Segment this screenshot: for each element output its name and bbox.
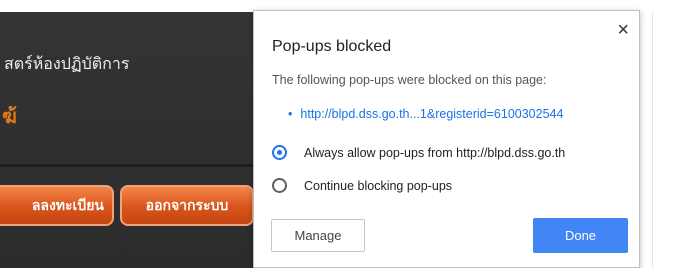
bullet-icon: • [288, 107, 293, 121]
dialog-title: Pop-ups blocked [272, 38, 392, 55]
page-divider-line [652, 12, 653, 268]
option-continue-blocking[interactable]: Continue blocking pop-ups [272, 178, 452, 193]
option-always-allow-label: Always allow pop-ups from http://blpd.ds… [304, 145, 566, 160]
dialog-description: The following pop-ups were blocked on th… [272, 73, 547, 87]
option-always-allow[interactable]: Always allow pop-ups from http://blpd.ds… [272, 145, 565, 160]
background-website: สตร์ห้องปฏิบัติการ ฆ้ ลลงทะเบียน ออกจากร… [0, 12, 265, 268]
blocked-popup-link[interactable]: http://blpd.dss.go.th...1&registerid=610… [300, 107, 563, 121]
site-header-text: สตร์ห้องปฏิบัติการ [4, 54, 130, 73]
page-right-area [633, 12, 685, 268]
close-icon[interactable]: × [617, 20, 629, 40]
radio-checked-icon[interactable] [272, 145, 287, 160]
done-button[interactable]: Done [533, 218, 628, 253]
site-divider [0, 164, 265, 167]
popups-blocked-dialog: × Pop-ups blocked The following pop-ups … [253, 10, 640, 268]
option-continue-blocking-label: Continue blocking pop-ups [304, 178, 453, 193]
manage-button[interactable]: Manage [271, 219, 365, 252]
site-orange-heading: ฆ้ [2, 104, 17, 128]
blocked-popup-item: • http://blpd.dss.go.th...1&registerid=61… [288, 107, 563, 121]
radio-unchecked-icon[interactable] [272, 178, 287, 193]
logout-button[interactable]: ออกจากระบบ [120, 185, 254, 226]
register-button[interactable]: ลลงทะเบียน [0, 185, 114, 226]
